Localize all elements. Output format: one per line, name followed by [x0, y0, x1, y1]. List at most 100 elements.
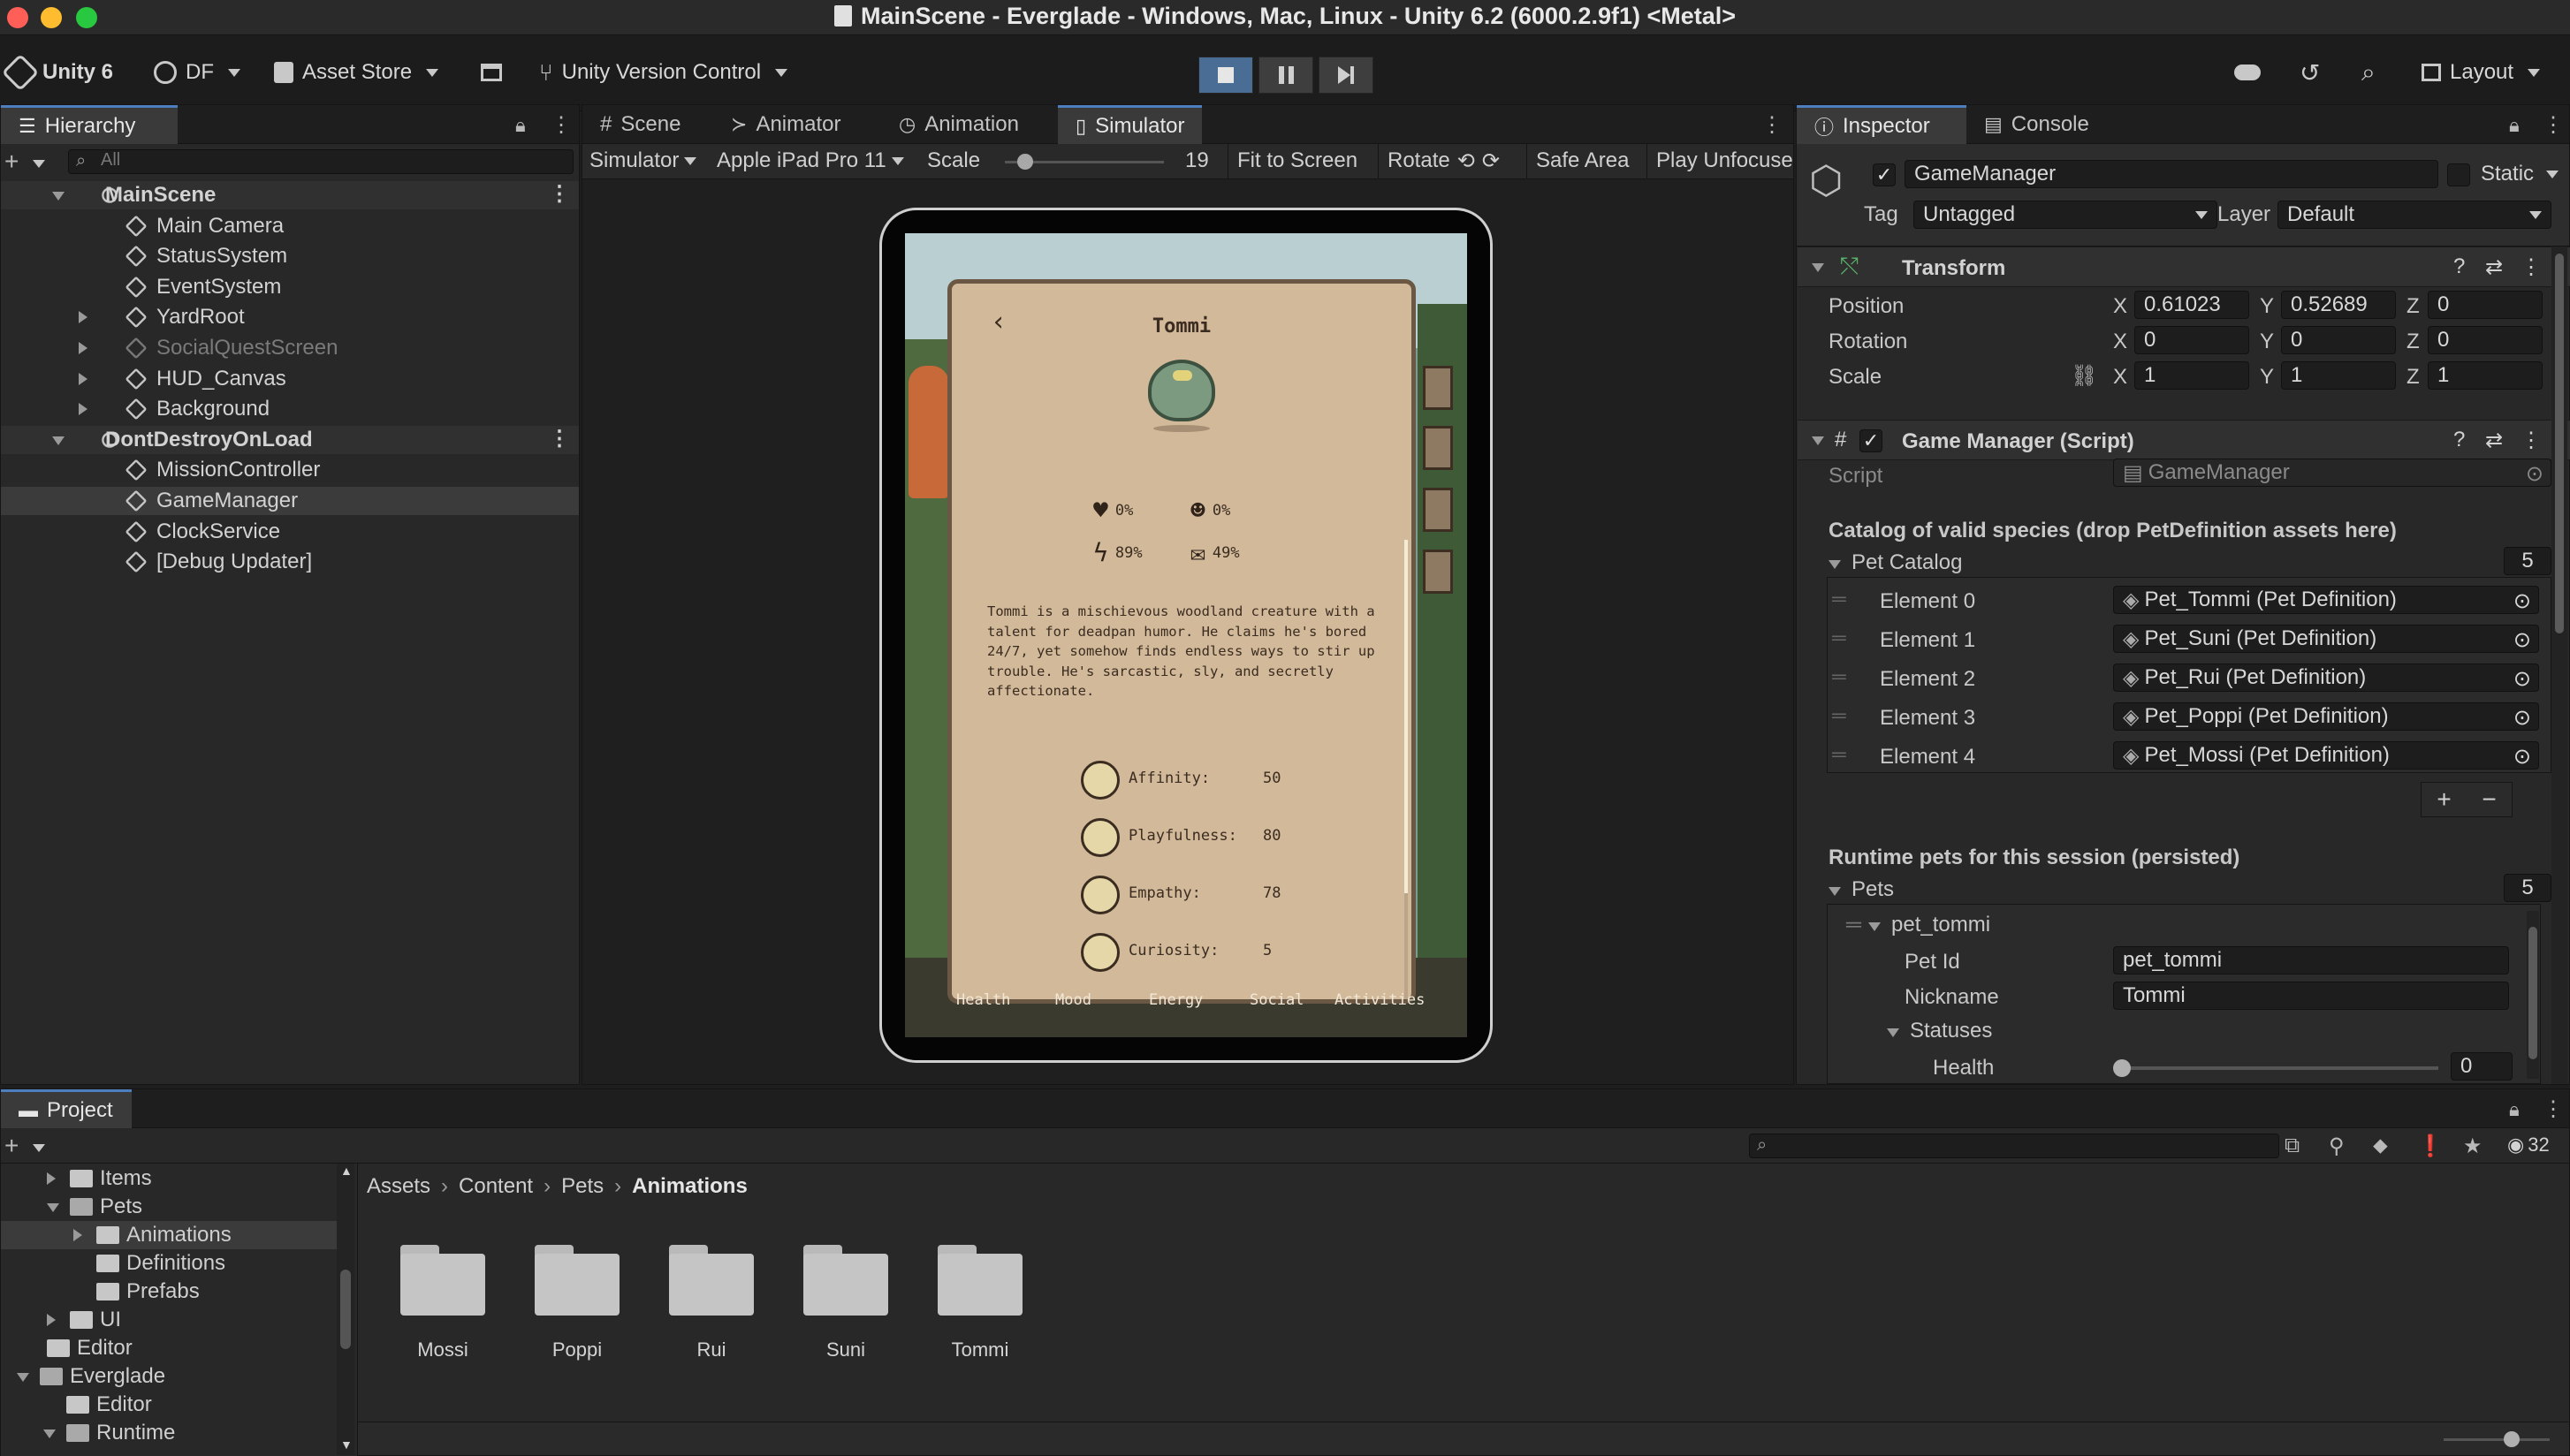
warning-icon[interactable]: ❗ [2417, 1134, 2444, 1159]
pet-id-field[interactable]: pet_tommi [2113, 946, 2509, 974]
kebab-menu-icon[interactable]: ⋮ [2543, 1096, 2564, 1122]
favorite-star-icon[interactable]: ★ [2463, 1134, 2483, 1159]
component-enabled-checkbox[interactable]: ✓ [1859, 429, 1882, 452]
search-button[interactable]: ⌕ [2361, 55, 2376, 90]
catalog-element-field[interactable]: ◈ Pet_Mossi (Pet Definition) ⊙ [2113, 741, 2539, 770]
bottom-nav-social[interactable]: Social [1250, 991, 1304, 1009]
object-picker-icon[interactable]: ⊙ [2513, 666, 2531, 691]
health-value-field[interactable]: 0 [2451, 1052, 2513, 1081]
hierarchy-scene-row[interactable]: DontDestroyOnLoad ⋮ [1, 425, 579, 454]
catalog-element-field[interactable]: ◈ Pet_Poppi (Pet Definition) ⊙ [2113, 702, 2539, 731]
rotate-right-icon[interactable]: ⟳ [1482, 148, 1500, 175]
project-folder-item[interactable]: Definitions [1, 1249, 337, 1278]
project-folder-item[interactable]: Editor [1, 1334, 337, 1362]
drag-handle-icon[interactable]: ═ [1832, 588, 1846, 610]
tab-inspector[interactable]: ⓘ Inspector [1797, 105, 1966, 144]
catalog-size-field[interactable]: 5 [2504, 547, 2551, 575]
rotation-y-field[interactable]: 0 [2281, 326, 2396, 354]
pets-foldout[interactable]: Pets [1829, 877, 1894, 902]
scroll-up-icon[interactable]: ▲ [340, 1164, 353, 1178]
catalog-element-field[interactable]: ◈ Pet_Rui (Pet Definition) ⊙ [2113, 664, 2539, 692]
drag-handle-icon[interactable]: ═ [1832, 704, 1846, 727]
scale-z-field[interactable]: 1 [2428, 361, 2543, 390]
hierarchy-item[interactable]: GameManager [1, 487, 579, 515]
object-picker-icon[interactable]: ⊙ [2513, 588, 2531, 613]
inspector-scrollbar[interactable] [2551, 246, 2567, 1084]
project-folder-item[interactable]: Pets [1, 1193, 337, 1221]
asset-folder-icon[interactable] [535, 1245, 620, 1316]
kebab-menu-icon[interactable]: ⋮ [2521, 254, 2542, 280]
constrain-proportions-icon[interactable]: ⛓ [2071, 363, 2097, 389]
kebab-menu-icon[interactable]: ⋮ [549, 181, 570, 207]
rotation-x-field[interactable]: 0 [2134, 326, 2249, 354]
tab-simulator[interactable]: ▯ Simulator [1058, 105, 1203, 144]
collapse-arrow-icon[interactable] [52, 436, 65, 445]
lock-icon[interactable]: 🔒︎ [515, 114, 526, 137]
layer-dropdown[interactable]: Default [2277, 201, 2551, 229]
catalog-element-field[interactable]: ◈ Pet_Suni (Pet Definition) ⊙ [2113, 625, 2539, 653]
hierarchy-item[interactable]: HUD_Canvas [1, 365, 579, 393]
icon-size-slider-handle[interactable] [2504, 1431, 2520, 1447]
health-slider-handle[interactable] [2113, 1059, 2131, 1077]
scroll-down-icon[interactable]: ▼ [340, 1437, 353, 1452]
kebab-menu-icon[interactable]: ⋮ [2543, 112, 2564, 138]
active-checkbox[interactable]: ✓ [1873, 163, 1896, 186]
object-picker-icon[interactable]: ⊙ [2513, 627, 2531, 652]
hierarchy-item[interactable]: ClockService [1, 518, 579, 546]
kebab-menu-icon[interactable]: ⋮ [551, 112, 572, 138]
pets-size-field[interactable]: 5 [2504, 874, 2551, 902]
preset-icon[interactable]: ⇄ [2485, 428, 2503, 453]
nickname-field[interactable]: Tommi [2113, 982, 2509, 1010]
preset-icon[interactable]: ⇄ [2485, 254, 2503, 280]
lock-icon[interactable]: 🔒︎ [2509, 114, 2520, 137]
safe-area-toggle[interactable]: Safe Area [1526, 144, 1638, 179]
rotation-z-field[interactable]: 0 [2428, 326, 2543, 354]
asset-folder-icon[interactable] [803, 1245, 888, 1316]
project-tree-scrollbar-thumb[interactable] [340, 1270, 351, 1349]
bottom-nav-activities[interactable]: Activities [1334, 991, 1425, 1009]
side-tool-button[interactable] [1423, 550, 1453, 594]
expand-arrow-icon[interactable] [79, 403, 87, 416]
position-z-field[interactable]: 0 [2428, 291, 2543, 319]
breadcrumb-item[interactable]: Animations [632, 1174, 748, 1199]
breadcrumb-item[interactable]: Content [459, 1174, 533, 1199]
health-slider[interactable] [2113, 1059, 2438, 1077]
pets-scrollbar[interactable] [2527, 911, 2539, 1079]
package-manager-button[interactable] [481, 55, 502, 90]
drag-handle-icon[interactable]: ═ [1832, 743, 1846, 766]
tab-scene[interactable]: # Scene [582, 105, 698, 144]
expand-arrow-icon[interactable] [79, 311, 87, 324]
hierarchy-item[interactable]: EventSystem [1, 273, 579, 301]
tab-project[interactable]: ▬ Project [1, 1089, 132, 1128]
tab-animation[interactable]: ◷ Animation [881, 105, 1037, 144]
create-asset-caret-icon[interactable] [33, 1144, 45, 1152]
side-tool-button[interactable] [1423, 488, 1453, 532]
drag-handle-icon[interactable]: ═ [1832, 665, 1846, 688]
drag-handle-icon[interactable]: ═ [1832, 626, 1846, 649]
position-x-field[interactable]: 0.61023 [2134, 291, 2249, 319]
unity-menu-button[interactable]: Unity 6 [1, 53, 113, 92]
project-folder-item[interactable]: Everglade [1, 1362, 337, 1391]
collapse-arrow-icon[interactable] [17, 1373, 29, 1382]
bottom-nav-health[interactable]: Health [956, 991, 1010, 1009]
card-scrollbar[interactable] [1404, 540, 1408, 999]
project-folder-item[interactable]: Animations [1, 1221, 337, 1249]
lock-icon[interactable]: 🔒︎ [2509, 1098, 2520, 1121]
breadcrumb-item[interactable]: Assets [367, 1174, 430, 1199]
add-object-caret-icon[interactable] [33, 160, 45, 168]
object-picker-icon[interactable]: ⊙ [2526, 461, 2543, 486]
bottom-nav-mood[interactable]: Mood [1055, 991, 1091, 1009]
pause-button[interactable] [1258, 57, 1313, 94]
project-folder-item[interactable]: Runtime [1, 1419, 337, 1447]
project-folder-item[interactable]: Editor [1, 1391, 337, 1419]
script-component-header[interactable]: # ✓ Game Manager (Script) ? ⇄ ⋮ [1798, 420, 2570, 460]
account-dropdown[interactable]: DF [154, 55, 240, 90]
kebab-menu-icon[interactable]: ⋮ [2521, 428, 2542, 453]
project-search-input[interactable]: ⌕ [1749, 1134, 2279, 1158]
create-asset-button[interactable]: + [4, 1132, 19, 1160]
hierarchy-item[interactable]: StatusSystem [1, 242, 579, 270]
collapse-icon[interactable] [1812, 436, 1824, 445]
scale-slider-handle[interactable] [1017, 154, 1034, 170]
pets-scrollbar-thumb[interactable] [2528, 927, 2537, 1059]
side-tool-button[interactable] [1423, 426, 1453, 470]
